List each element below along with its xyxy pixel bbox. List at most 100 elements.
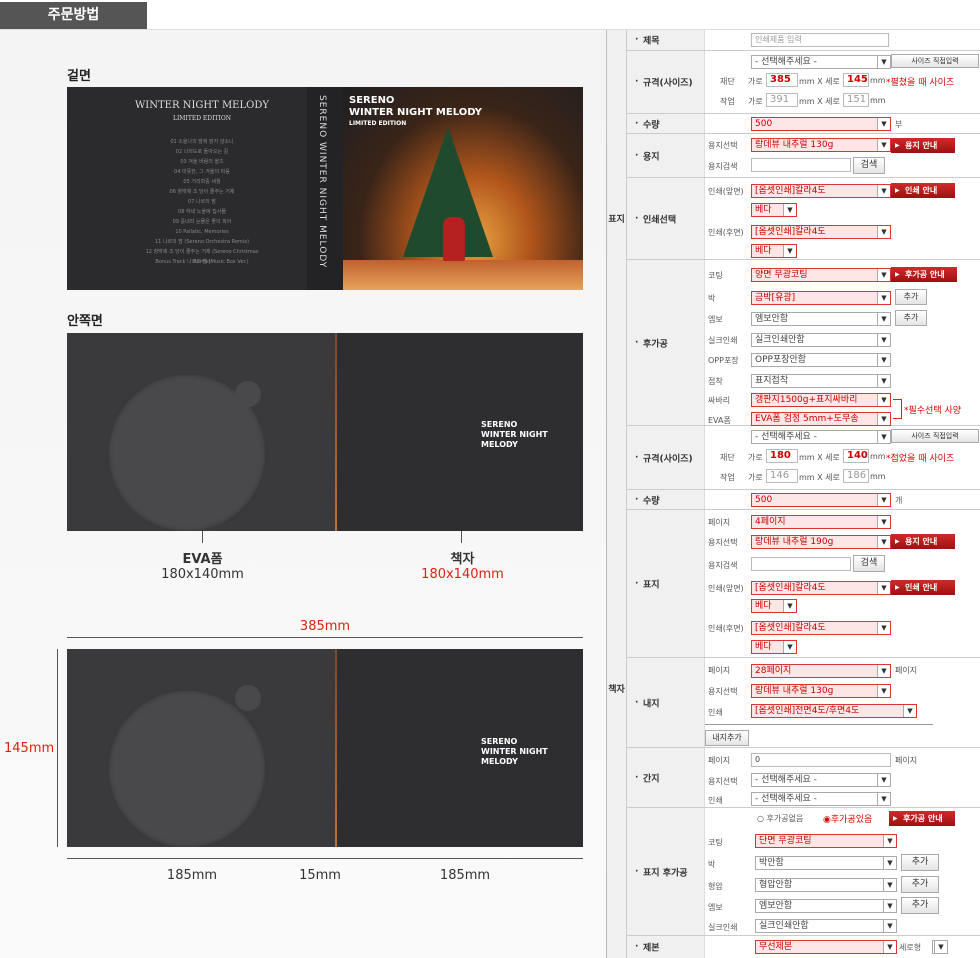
disc-tab: [235, 381, 261, 407]
inner-print-select[interactable]: [옵셋인쇄]전면4도/후면4도 ▼: [751, 704, 917, 718]
bind-direction-select[interactable]: ▼: [932, 940, 948, 954]
sabari-label: 싸바리: [708, 396, 731, 405]
print-back-select[interactable]: [옵셋인쇄]칼라4도 ▼: [751, 621, 891, 635]
work-height-input[interactable]: 186: [843, 469, 869, 483]
opp-select[interactable]: OPP포장안함 ▼: [751, 353, 891, 367]
paper-search-button[interactable]: 검색: [853, 555, 885, 572]
size-label: · 규격(사이즈): [627, 51, 705, 113]
work-width-input[interactable]: 391: [766, 93, 798, 107]
insert-pages-input[interactable]: 0: [751, 753, 891, 767]
inner-pages-select[interactable]: 28페이지 ▼: [751, 664, 891, 678]
cover-pages-select[interactable]: 4페이지 ▼: [751, 515, 891, 529]
front-title: WINTER NIGHT MELODY: [349, 107, 483, 118]
paper-select[interactable]: 랑데뷰 내추럴 130g ▼: [751, 138, 891, 152]
cut-height-input[interactable]: 140: [843, 449, 869, 463]
inner-paper-select[interactable]: 랑데뷰 내추럴 130g ▼: [751, 684, 891, 698]
emboss-select[interactable]: 엠보안함 ▼: [755, 899, 897, 913]
print-label: · 인쇄선택: [627, 178, 705, 259]
order-form: 표지 책자 · 제목 인쇄제품 입력 · 규격(사이즈) - 선택해주세요 - ▼…: [606, 30, 980, 958]
insert-paper-select[interactable]: - 선택해주세요 - ▼: [751, 773, 891, 787]
track-item: 06 창밖에 조 당이 줄주는 거제: [169, 189, 235, 195]
foil-add-button[interactable]: 추가: [901, 854, 939, 871]
eva-select[interactable]: EVA폼 검정 5mm+도무송 ▼: [751, 412, 891, 426]
post-guide-button[interactable]: 후가공 안내: [891, 267, 957, 282]
press-add-button[interactable]: 추가: [901, 876, 939, 893]
cover2-label: · 표지: [627, 510, 705, 657]
eva-foam-tray: [67, 649, 337, 847]
print-front-beta-select[interactable]: 베다 ▼: [751, 203, 797, 217]
insert-print-select[interactable]: - 선택해주세요 - ▼: [751, 792, 891, 806]
girl-figure-icon: [443, 217, 465, 261]
paper-guide-button[interactable]: 용지 안내: [891, 534, 955, 549]
booklet-page: SERENO WINTER NIGHT MELODY: [339, 649, 583, 847]
snow-ground: [343, 260, 583, 290]
mm-label: mm: [870, 96, 886, 105]
inner-spread-image: SERENO WINTER NIGHT MELODY: [67, 333, 583, 531]
paper-select-label: 용지선택: [708, 777, 738, 786]
fold-select[interactable]: 표지접착 ▼: [751, 374, 891, 388]
paper-search-input[interactable]: [751, 158, 851, 172]
coating-select[interactable]: 양면 무광코팅 ▼: [751, 268, 891, 282]
print-guide-button[interactable]: 인쇄 안내: [891, 580, 955, 595]
w-label: 가로: [748, 97, 763, 106]
binding-select[interactable]: 무선제본 ▼: [755, 940, 897, 954]
custom-size-button[interactable]: 사이즈 직접입력: [891, 429, 979, 443]
qty-label: · 수량: [627, 490, 705, 509]
paper-search-input[interactable]: [751, 557, 851, 571]
inner-divider: [705, 724, 933, 725]
cover-paper-row: · 용지 용지선택 랑데뷰 내추럴 130g▼ 용지 안내 용지검색 검색: [627, 134, 980, 178]
qty-select[interactable]: 500 ▼: [751, 117, 891, 131]
page-label: 페이지: [708, 756, 731, 765]
print-back-beta-select[interactable]: 베다 ▼: [751, 640, 797, 654]
size-select[interactable]: - 선택해주세요 - ▼: [751, 430, 891, 444]
foil-add-button[interactable]: 추가: [895, 289, 927, 305]
silk-label: 실크인쇄: [708, 923, 738, 932]
qty-unit: 개: [895, 496, 903, 505]
press-select[interactable]: 형압안함 ▼: [755, 878, 897, 892]
x-h-label: mm X 세로: [799, 473, 840, 482]
tab-order-method[interactable]: 주문방법: [0, 2, 147, 29]
emboss-add-button[interactable]: 추가: [895, 310, 927, 326]
cut-width-input[interactable]: 180: [766, 449, 798, 463]
paper-select[interactable]: 랑데뷰 내추럴 190g ▼: [751, 535, 891, 549]
title-input[interactable]: 인쇄제품 입력: [751, 33, 889, 47]
yes-post-radio[interactable]: ◉후가공있음: [823, 812, 872, 825]
print-front-select[interactable]: [옵셋인쇄]칼라4도 ▼: [751, 184, 891, 198]
print-front-beta-select[interactable]: 베다 ▼: [751, 599, 797, 613]
foil-select[interactable]: 박안함 ▼: [755, 856, 897, 870]
coating-select[interactable]: 단면 무광코팅 ▼: [755, 834, 897, 848]
post-guide-button[interactable]: 후가공 안내: [889, 811, 955, 826]
print-front-select[interactable]: [옵셋인쇄]칼라4도 ▼: [751, 581, 891, 595]
work-height-input[interactable]: 151: [843, 93, 869, 107]
paper-search-button[interactable]: 검색: [853, 157, 885, 174]
print-guide-button[interactable]: 인쇄 안내: [891, 183, 955, 198]
cut-width-input[interactable]: 385: [766, 73, 798, 87]
emboss-add-button[interactable]: 추가: [901, 897, 939, 914]
inner-add-button[interactable]: 내지추가: [705, 730, 749, 746]
sabari-select[interactable]: 갱판지1500g+표지싸바리 ▼: [751, 393, 891, 407]
foil-select[interactable]: 금박[유광] ▼: [751, 291, 891, 305]
custom-size-button[interactable]: 사이즈 직접입력: [891, 54, 979, 68]
paper-search-label: 용지검색: [708, 561, 738, 570]
work-width-input[interactable]: 146: [766, 469, 798, 483]
size-select[interactable]: - 선택해주세요 - ▼: [751, 55, 891, 69]
silk-select[interactable]: 실크인쇄안함 ▼: [751, 333, 891, 347]
paper-guide-button[interactable]: 용지 안내: [891, 138, 955, 153]
cover-post-row: · 후가공 코팅 양면 무광코팅▼ 후가공 안내 박 금박[유광]▼ 추가 엠보…: [627, 260, 980, 426]
cover-size-row: · 규격(사이즈) - 선택해주세요 - ▼ 사이즈 직접입력 재단 가로 385…: [627, 51, 980, 114]
print-back-beta-select[interactable]: 베다 ▼: [751, 244, 797, 258]
qty-select[interactable]: 500 ▼: [751, 493, 891, 507]
width-total: 385mm: [299, 619, 351, 634]
binding-row: · 제본 무선제본 ▼ 세로형 ▼: [627, 936, 980, 958]
cut-height-input[interactable]: 145: [843, 73, 869, 87]
cover-qty-row: · 수량 500 ▼ 부: [627, 114, 980, 134]
emboss-select[interactable]: 엠보안함 ▼: [751, 312, 891, 326]
disc-slot: [107, 689, 267, 847]
no-post-radio[interactable]: ○ 후가공없음: [757, 813, 803, 824]
inner-page-row: · 내지 페이지 28페이지 ▼ 페이지 용지선택 랑데뷰 내추럴 130g ▼ 인…: [627, 658, 980, 748]
silk-select[interactable]: 실크인쇄안함 ▼: [755, 919, 897, 933]
size-label: · 규격(사이즈): [627, 426, 705, 489]
print-back-select[interactable]: [옵셋인쇄]칼라4도 ▼: [751, 225, 891, 239]
opp-label: OPP포장: [708, 356, 739, 365]
page-label: 페이지: [708, 666, 731, 675]
